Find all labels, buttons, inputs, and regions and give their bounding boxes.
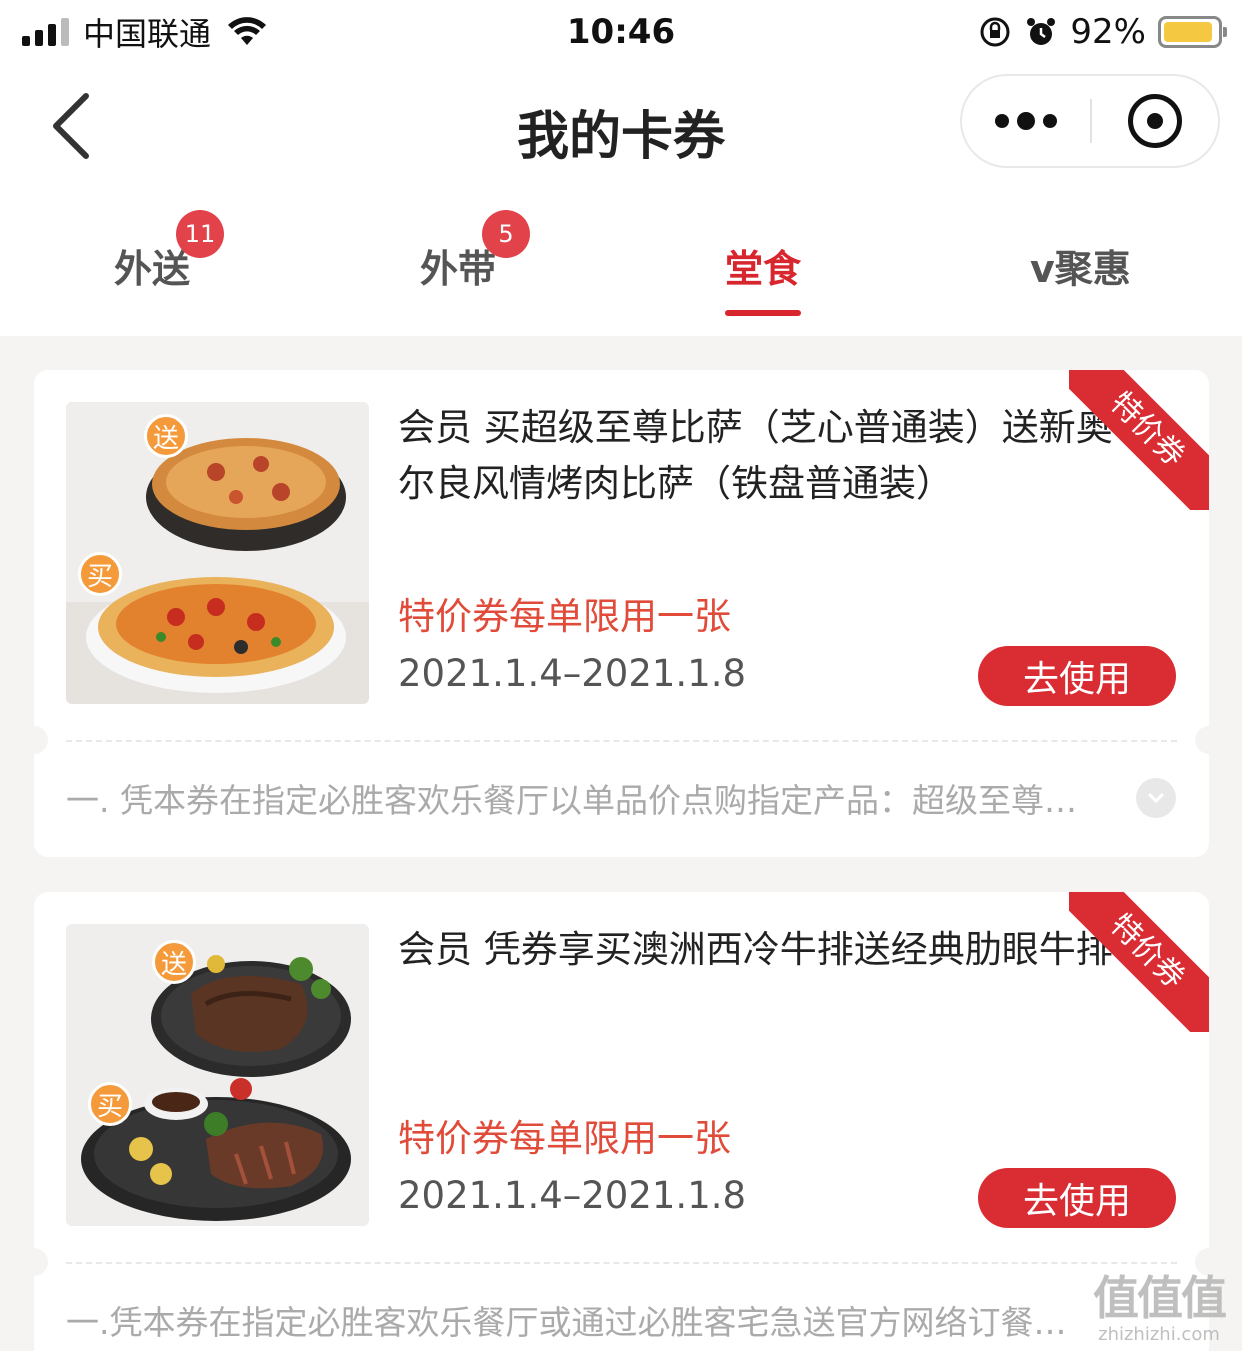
dashed-divider (66, 740, 1177, 742)
target-circle-icon (1127, 94, 1182, 148)
tab-v-juhui[interactable]: v聚惠 (1030, 238, 1131, 298)
coupon-validity-dates: 2021.1.4–2021.1.8 (398, 652, 747, 695)
coupon-validity-dates: 2021.1.4–2021.1.8 (398, 1174, 747, 1217)
mini-program-capsule (960, 74, 1220, 168)
back-chevron-icon[interactable] (40, 88, 110, 164)
tab-delivery[interactable]: 外送 11 (114, 210, 224, 298)
coupon-limit-note: 特价券每单限用一张 (398, 1117, 731, 1160)
tab-label: 堂食 (725, 247, 802, 291)
nav-bar: 我的卡券 (0, 64, 1242, 186)
tab-takeaway[interactable]: 外带 5 (420, 210, 530, 298)
gift-tag: 送 (144, 414, 188, 458)
tab-badge: 11 (176, 210, 224, 258)
tab-badge: 5 (482, 210, 530, 258)
buy-tag: 买 (78, 552, 122, 596)
status-bar: 中国联通 10:46 92% (0, 0, 1242, 64)
special-price-ribbon: 特价券 (1069, 892, 1209, 1032)
coupon-title: 会员 买超级至尊比萨（芝心普通装）送新奥尔良风情烤肉比萨（铁盘普通装） (398, 406, 1113, 505)
close-target-button[interactable] (1092, 76, 1218, 166)
coupon-title: 会员 凭券享买澳洲西冷牛排送经典肋眼牛排 (398, 928, 1113, 971)
buy-tag: 买 (88, 1082, 132, 1126)
alarm-icon (1027, 18, 1056, 45)
special-price-ribbon: 特价券 (1069, 370, 1209, 510)
battery-icon (1158, 16, 1227, 48)
coupon-description: 一.凭本券在指定必胜客欢乐餐厅或通过必胜客宅急送官方网络订餐平台 (66, 1303, 1096, 1342)
tab-dine-in[interactable]: 堂食 (725, 238, 802, 316)
coupon-description: 一. 凭本券在指定必胜客欢乐餐厅以单品价点购指定产品：超级至尊比萨 (66, 781, 1096, 820)
battery-percent: 92% (1070, 12, 1146, 52)
ribbon-label: 特价券 (1069, 370, 1209, 510)
gift-tag: 送 (152, 940, 196, 984)
coupon-image-pizza: 送 买 (66, 402, 369, 704)
rotation-lock-icon (980, 17, 1010, 47)
use-coupon-button[interactable]: 去使用 (978, 646, 1176, 706)
coupon-image-steak: 送 买 (66, 924, 369, 1226)
expand-chevron-icon[interactable] (1136, 778, 1176, 818)
coupon-card[interactable]: 送 买 会员 买超级至尊比萨（芝心普通装）送新奥尔良风情烤肉比萨（铁盘普通装） … (34, 370, 1209, 857)
tab-label: v聚惠 (1030, 247, 1131, 291)
more-dots-icon[interactable] (962, 76, 1090, 166)
ribbon-label: 特价券 (1069, 892, 1209, 1032)
use-coupon-button[interactable]: 去使用 (978, 1168, 1176, 1228)
coupon-limit-note: 特价券每单限用一张 (398, 595, 731, 638)
dashed-divider (66, 1262, 1177, 1264)
tab-bar: 外送 11 外带 5 堂食 v聚惠 (0, 186, 1242, 336)
active-tab-underline (725, 310, 802, 316)
coupon-card[interactable]: 送 买 会员 凭券享买澳洲西冷牛排送经典肋眼牛排 特价券每单限用一张 2021.… (34, 892, 1209, 1351)
